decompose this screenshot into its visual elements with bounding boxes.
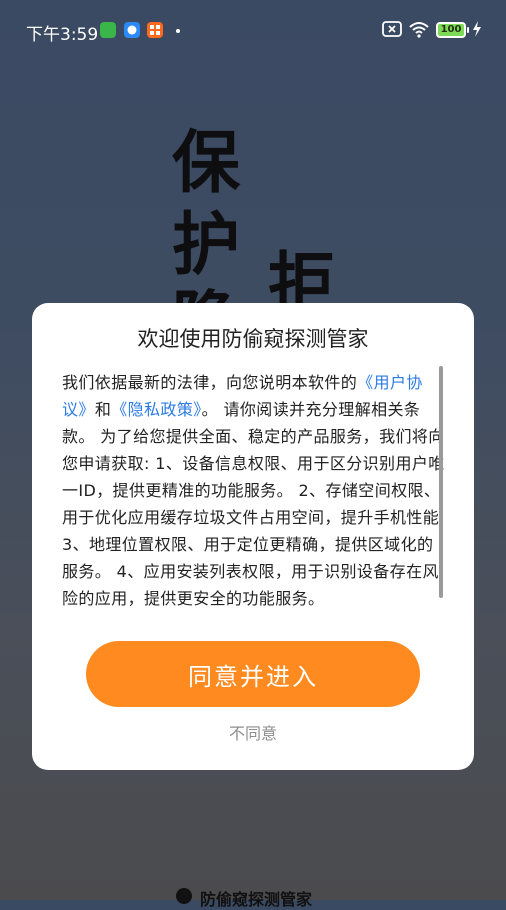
- app-orange-icon: [147, 22, 163, 38]
- body-intro: 我们依据最新的法律，向您说明本软件的: [62, 373, 358, 392]
- privacy-policy-link[interactable]: 《隐私政策》: [111, 400, 201, 419]
- bg-char-bao: 保: [172, 124, 241, 203]
- notification-dot: [176, 29, 180, 33]
- status-time: 下午3:59: [26, 25, 99, 45]
- body-and: 和: [94, 400, 112, 419]
- disagree-button[interactable]: 不同意: [0, 720, 506, 744]
- app-blue-chat-icon: [124, 22, 140, 38]
- charging-icon: [472, 20, 482, 42]
- status-bar: 下午3:59 100: [0, 0, 506, 62]
- wifi-icon: [408, 20, 430, 42]
- sim-missing-icon: [382, 20, 402, 42]
- bottom-app-name: 防偷窥探测管家: [200, 890, 313, 909]
- bottom-app-icon: [176, 888, 192, 904]
- dialog-title: 欢迎使用防偷窥探测管家: [137, 327, 369, 351]
- dialog-body: 我们依据最新的法律，向您说明本软件的《用户协议》和《隐私政策》。 请你阅读并充分…: [62, 369, 446, 612]
- agree-button[interactable]: 同意并进入: [86, 641, 420, 707]
- dialog-body-scroll[interactable]: 我们依据最新的法律，向您说明本软件的《用户协议》和《隐私政策》。 请你阅读并充分…: [62, 369, 446, 617]
- bg-char-hu: 护: [172, 206, 241, 285]
- app-green-icon: [100, 22, 116, 38]
- dialog-scrollbar[interactable]: [439, 366, 443, 598]
- body-rest: 。 请你阅读并充分理解相关条款。 为了给您提供全面、稳定的产品服务，我们将向您申…: [62, 400, 445, 608]
- battery-icon: 100: [436, 22, 469, 38]
